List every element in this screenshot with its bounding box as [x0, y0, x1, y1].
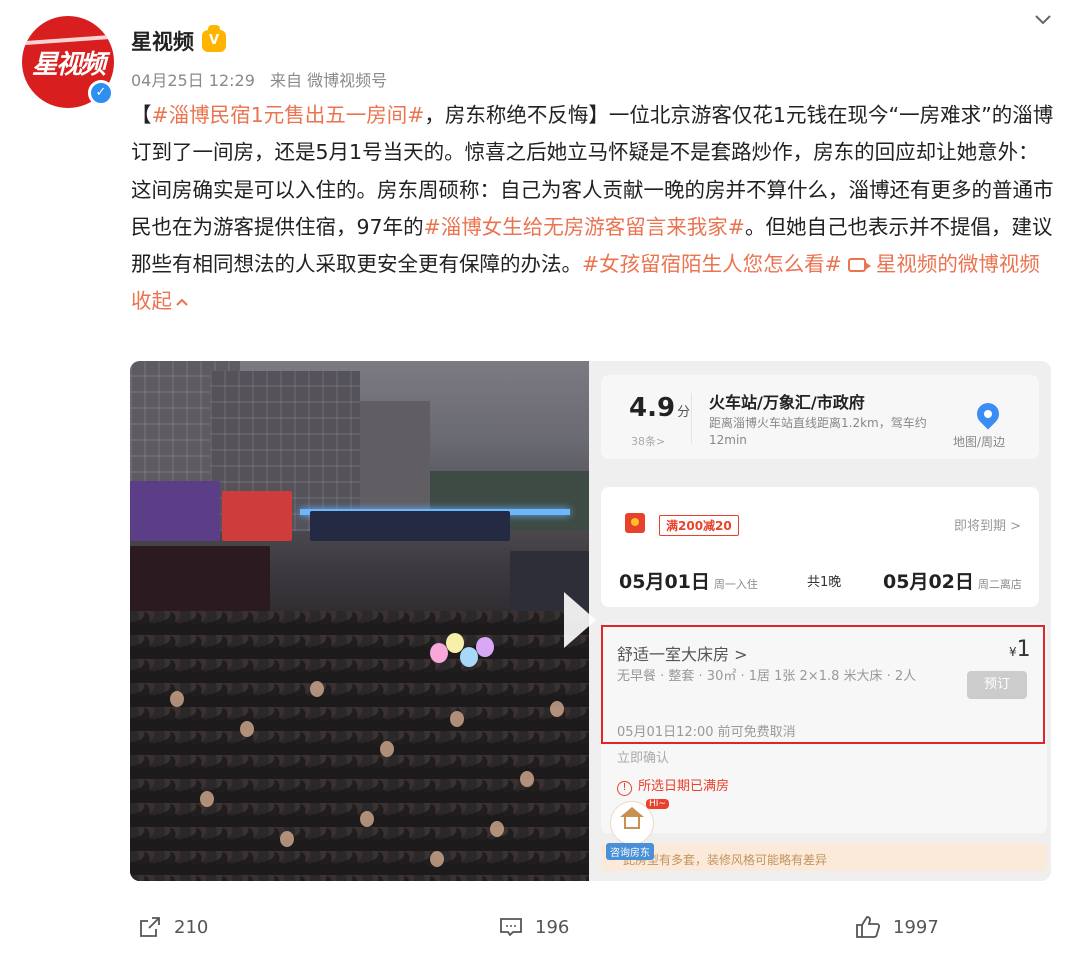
red-highlight-box [601, 625, 1045, 744]
verified-icon: ✓ [88, 80, 114, 106]
nights-count: 共1晚 [807, 575, 842, 590]
share-button[interactable]: 210 [138, 915, 208, 939]
map-pin-icon [972, 398, 1004, 430]
post-body: 【#淄博民宿1元售出五一房间#，房东称绝不反悔】一位北京游客仅花1元钱在现今“一… [131, 97, 1056, 321]
action-bar: 210 196 1997 [0, 915, 1080, 947]
comment-count: 196 [535, 916, 570, 938]
post-source[interactable]: 来自 微博视频号 [270, 71, 387, 90]
checkin-sub: 周一入住 [713, 578, 758, 591]
house-body-icon [624, 815, 640, 829]
comment-icon [500, 918, 522, 937]
rating-value: 4.9 分 [629, 393, 690, 423]
sold-out-notice: 所选日期已满房 [617, 775, 729, 796]
play-icon[interactable] [564, 592, 596, 648]
checkout-date-value: 05月02日 [883, 571, 974, 593]
checkin-date: 05月01日 周一入住 [619, 567, 758, 594]
collapse-link[interactable]: 收起 [131, 289, 189, 313]
hashtag-link[interactable]: #女孩留宿陌生人您怎么看# [582, 252, 842, 276]
like-count: 1997 [893, 916, 939, 938]
share-icon [140, 917, 160, 937]
crowd-image [130, 611, 589, 881]
author-name[interactable]: 星视频 [131, 26, 194, 56]
location-description: 距离淄博火车站直线距离1.2km，驾车约12min [709, 416, 927, 447]
chevron-up-icon [176, 299, 188, 307]
vip-crown-icon[interactable]: V [202, 25, 226, 52]
rating-card: 4.9 分 38条> 火车站/万象汇/市政府 距离淄博火车站直线距离1.2km，驾… [601, 375, 1039, 459]
like-button[interactable]: 1997 [855, 915, 939, 939]
video-link-label: 星视频的微博视频 [875, 252, 1040, 277]
video-link[interactable]: 星视频的微博视频 [848, 252, 1040, 276]
post-text-part: 【 [131, 103, 152, 127]
collapse-label: 收起 [131, 289, 172, 314]
coupon-expire: 即将到期 > [953, 519, 1021, 534]
coupon-icon [625, 513, 645, 533]
video-player[interactable]: 4.9 分 38条> 火车站/万象汇/市政府 距离淄博火车站直线距离1.2km，驾… [130, 361, 1051, 881]
share-count: 210 [174, 916, 209, 938]
video-icon [848, 258, 872, 273]
review-count: 38条> [631, 435, 666, 448]
divider [691, 393, 692, 443]
hashtag-link[interactable]: #淄博民宿1元售出五一房间# [152, 103, 425, 127]
hashtag-link[interactable]: #淄博女生给无房游客留言来我家# [424, 215, 745, 239]
chevron-down-icon[interactable] [1032, 8, 1054, 30]
post-time[interactable]: 04月25日 12:29 [131, 71, 255, 90]
booking-card: 满200减20 即将到期 > 05月01日 周一入住 共1晚 05月02日 周二离店 [601, 487, 1039, 607]
rating-unit: 分 [677, 405, 691, 420]
author-row: 星视频 V [131, 25, 226, 56]
balloons-image [430, 633, 500, 693]
rating-number: 4.9 [629, 393, 676, 423]
house-tag: HI~ [646, 799, 669, 809]
coupon-tag: 满200减20 [659, 515, 739, 536]
checkin-date-value: 05月01日 [619, 571, 710, 593]
comment-button[interactable]: 196 [499, 915, 569, 939]
thumbs-up-icon [856, 916, 881, 938]
location-title: 火车站/万象汇/市政府 [709, 393, 865, 412]
consult-host-label: 咨询房东 [606, 843, 654, 860]
post-meta: 04月25日 12:29 来自 微博视频号 [131, 67, 397, 91]
video-thumbnail-photo [130, 361, 590, 881]
instant-confirm: 立即确认 [617, 751, 670, 766]
avatar-logo-text: 星视频 [31, 50, 106, 80]
map-label: 地图/周边 [953, 435, 1006, 449]
checkout-date: 05月02日 周二离店 [883, 567, 1022, 594]
checkout-sub: 周二离店 [977, 578, 1022, 591]
